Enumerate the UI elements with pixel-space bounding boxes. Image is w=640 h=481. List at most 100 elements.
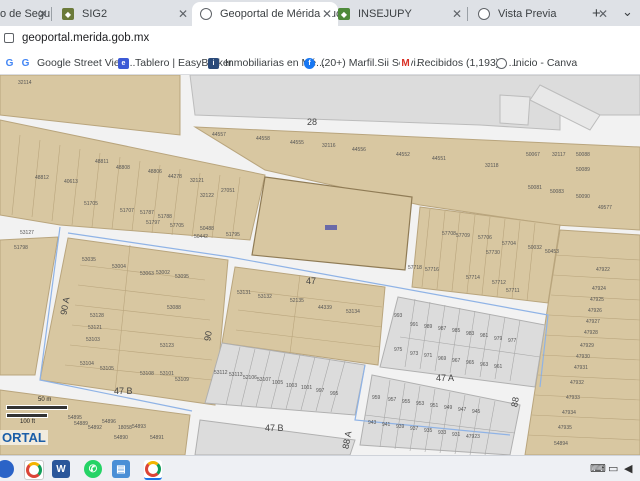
location-marker — [325, 225, 337, 230]
parcel-label: 48812 — [35, 175, 49, 181]
parcel-label: 53103 — [86, 337, 100, 343]
volume-icon[interactable]: ◀ — [624, 462, 632, 475]
parcel-label: 53113 — [229, 372, 243, 378]
network-icon[interactable]: ▭ — [608, 462, 618, 475]
tab-separator — [467, 7, 468, 21]
street-label-88: 88 — [509, 396, 521, 408]
parcel-label: 57716 — [425, 267, 439, 273]
parcel-label: 47923 — [466, 434, 480, 440]
parcel-label: 51798 — [14, 245, 28, 251]
parcel-label: 32114 — [18, 80, 32, 86]
tab-4[interactable]: ◆ INSEJUPY ✕ — [334, 2, 468, 26]
parcel-label: 54894 — [554, 441, 568, 447]
globe-icon — [200, 8, 212, 20]
bookmark-google[interactable]: G — [4, 55, 21, 71]
parcel-label: 979 — [494, 336, 503, 342]
parcel-label: 949 — [444, 405, 453, 411]
parcel-label: 939 — [396, 424, 405, 430]
street-label-47a: 47 A — [436, 373, 455, 383]
address-bar[interactable]: geoportal.merida.gob.mx — [0, 26, 640, 52]
google-icon: G — [4, 57, 15, 69]
parcel-label: 57712 — [492, 280, 506, 286]
tab-4-close-icon[interactable]: ✕ — [452, 7, 462, 21]
parcel-label: 57714 — [466, 275, 480, 281]
map-canvas[interactable]: 28 47 47 A 47 B 47 B 90 A 90 88 88 A 321… — [0, 75, 640, 455]
parcel-label: 18058 — [118, 425, 132, 431]
parcel-label: 47929 — [580, 343, 594, 349]
parcel-label: 32121 — [190, 178, 204, 184]
parcel-label: 27051 — [221, 188, 235, 194]
parcel-label: 50067 — [526, 152, 540, 158]
facebook-icon: f — [304, 57, 315, 69]
parcel-label: 57704 — [502, 241, 516, 247]
seal-icon: ◆ — [62, 8, 74, 20]
tab-2-close-icon[interactable]: ✕ — [178, 7, 188, 21]
seal-icon: ◆ — [338, 8, 350, 20]
chrome-active-icon[interactable] — [144, 460, 162, 480]
parcel-label: 961 — [494, 364, 503, 370]
parcel-label: 48811 — [95, 159, 109, 165]
whatsapp-icon[interactable]: ✆ — [84, 460, 102, 478]
parcel-label: 991 — [410, 322, 419, 328]
parcel-label: 989 — [424, 324, 433, 330]
parcel-label: 44557 — [212, 132, 226, 138]
parcel-label: 50453 — [545, 249, 559, 255]
parcel-label: 44278 — [168, 174, 182, 180]
parcel-label: 945 — [472, 409, 481, 415]
browser-tab-strip: o de Segu ✕ ◆ SIG2 ✕ Geoportal de Mérida… — [0, 0, 640, 26]
parcel-label: 47930 — [576, 354, 590, 360]
parcel-label: 967 — [452, 358, 461, 364]
parcel-label: 47925 — [590, 297, 604, 303]
parcel-label: 959 — [372, 395, 381, 401]
parcel-label: 50089 — [576, 167, 590, 173]
parcel-label: 32122 — [200, 193, 214, 199]
files-icon[interactable]: ▤ — [112, 460, 130, 478]
scale-bar-imperial — [6, 413, 48, 418]
parcel-label: 54889 — [74, 421, 88, 427]
bookmark-canva[interactable]: Inicio - Canva — [496, 55, 577, 71]
chrome-icon[interactable] — [24, 460, 44, 480]
parcel-label: 44556 — [352, 147, 366, 153]
parcel-label: 40613 — [64, 179, 78, 185]
parcel-label: 44558 — [256, 136, 270, 142]
parcel-label: 57708 — [442, 231, 456, 237]
tab-2[interactable]: ◆ SIG2 ✕ — [58, 2, 194, 26]
parcel-label: 52135 — [290, 298, 304, 304]
tab-3-close-icon[interactable]: ✕ — [321, 7, 332, 21]
parcel-label: 941 — [382, 422, 391, 428]
parcel-label: 53127 — [20, 230, 34, 236]
parcel-label: 32118 — [485, 163, 499, 169]
parcel-label: 54891 — [150, 435, 164, 441]
parcel-label: 48806 — [148, 169, 162, 175]
keyboard-icon[interactable]: ⌨ — [590, 462, 606, 475]
google-icon: G — [20, 57, 31, 69]
tab-2-title: SIG2 — [82, 8, 108, 20]
tab-1-close-icon[interactable]: ✕ — [38, 7, 48, 21]
parcel-label: 47928 — [584, 330, 598, 336]
tab-3[interactable]: Geoportal de Mérida Yucatá ✕ — [192, 2, 338, 26]
new-tab-button[interactable]: + — [592, 5, 601, 22]
parcel-label: 53128 — [90, 313, 104, 319]
bookmark-label: Inicio - Canva — [513, 57, 578, 69]
parcel-label: 965 — [466, 360, 475, 366]
windows-icon[interactable] — [0, 460, 14, 478]
parcel-label: 47935 — [558, 425, 572, 431]
parcel-label: 981 — [480, 333, 489, 339]
parcel-label: 1001 — [301, 385, 313, 391]
parcel-label: 44339 — [318, 305, 332, 311]
parcel-label: 53107 — [257, 377, 271, 383]
tab-search-button[interactable]: ⌄ — [622, 4, 633, 20]
parcel-label: 50088 — [576, 152, 590, 158]
parcel-label: 47926 — [588, 308, 602, 314]
parcel-label: 50090 — [576, 194, 590, 200]
url-field[interactable]: geoportal.merida.gob.mx — [4, 32, 149, 44]
parcel-label: 971 — [424, 353, 433, 359]
word-icon[interactable]: W — [52, 460, 70, 478]
tab-5-title: Vista Previa — [498, 8, 557, 20]
parcel-label: 32117 — [552, 152, 566, 158]
parcel-label: 51787 — [140, 210, 154, 216]
globe-icon — [478, 8, 490, 20]
parcel-label: 53035 — [82, 257, 96, 263]
site-info-icon[interactable] — [4, 32, 14, 43]
parcel-label: 48808 — [116, 165, 130, 171]
